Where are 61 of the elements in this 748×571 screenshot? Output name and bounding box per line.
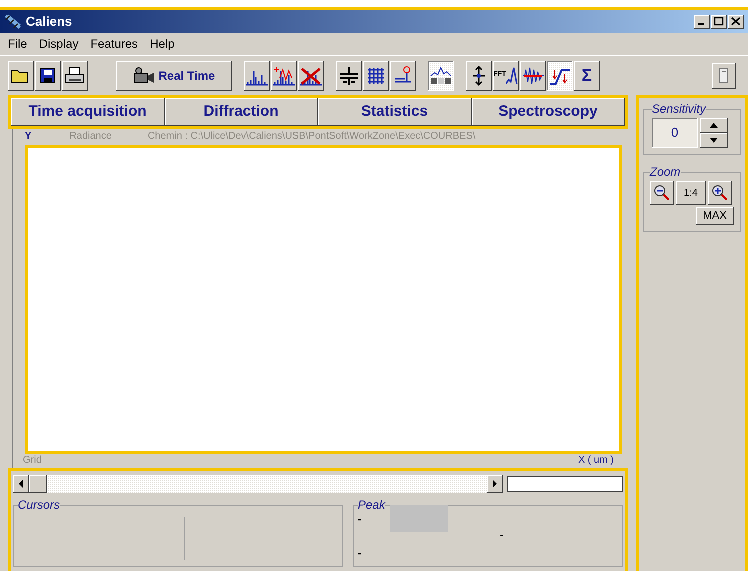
folder-icon [11,68,31,84]
video-camera-icon [132,66,155,84]
menu-item[interactable]: Features [90,35,138,53]
input-field[interactable] [507,476,623,492]
minimize-button[interactable] [694,14,710,28]
cursor-split-icon [339,66,359,86]
close-icon [731,17,741,26]
left-arrow-icon [18,480,24,488]
app-logo-icon [4,14,22,30]
max-zoom-button[interactable]: MAX [696,207,734,225]
scrollbar-thumb[interactable] [29,475,47,493]
zoom-in-icon [711,184,729,202]
close-button[interactable] [728,14,744,28]
window-title: Caliens [26,12,72,31]
menu-item[interactable]: Help [150,35,175,53]
grid-icon [367,66,385,84]
real-time-button[interactable]: Real Time [116,60,232,90]
quantity-label: Radiance [70,132,112,142]
zoom-out-button[interactable] [650,181,674,205]
printer-icon [65,66,85,84]
group-title: Zoom [650,164,681,181]
toolbar-button[interactable] [547,60,573,90]
peak-icon [430,66,452,86]
down-arrow-icon [710,138,718,143]
toolbar-button[interactable] [428,60,454,90]
group-title: Sensitivity [652,101,706,118]
spectrum-peak-icon [506,66,518,86]
y-axis-label: Y [25,132,32,142]
file-path-label: Chemin : C:\Ulice\Dev\Caliens\USB\PontSoft\WorkZone\Exec\COURBES\ [148,132,476,142]
maximize-button[interactable] [711,14,727,28]
panel-icon [719,68,729,84]
peak-value: - [358,547,363,559]
toolbar-button[interactable]: Σ [574,60,600,90]
tab[interactable]: Statistics [318,98,472,126]
increment-button[interactable] [700,118,728,133]
spectrum-delete-icon [299,66,323,86]
zoom-in-button[interactable] [708,181,732,205]
zoom-out-icon [653,184,671,202]
decrement-button[interactable] [700,133,728,148]
tab[interactable]: Time acquisition [11,98,164,126]
zoom-ratio: 1:4 [676,181,706,205]
x-axis-label: X ( um ) [578,456,614,466]
spectrum-add-icon [272,66,296,86]
panel-toggle-button[interactable] [712,62,736,88]
menu-item[interactable]: Display [39,35,79,53]
group-title: Peak [358,499,386,511]
maximize-icon [714,17,724,26]
group-title: Cursors [18,499,60,511]
grid-label: Grid [23,456,42,466]
blank-patch [390,505,448,532]
marker-icon [393,66,413,86]
peak-value: - [500,529,505,541]
tab[interactable]: Diffraction [164,98,318,126]
right-arrow-icon [492,480,498,488]
sensitivity-field[interactable]: 0 [652,118,698,148]
tab[interactable]: Spectroscopy [472,98,625,126]
horizontal-scrollbar[interactable] [13,475,503,493]
up-arrow-icon [710,123,718,128]
peak-value: - [358,513,363,525]
waveform-filter-icon [522,66,544,86]
menu-item[interactable]: File [8,35,28,53]
